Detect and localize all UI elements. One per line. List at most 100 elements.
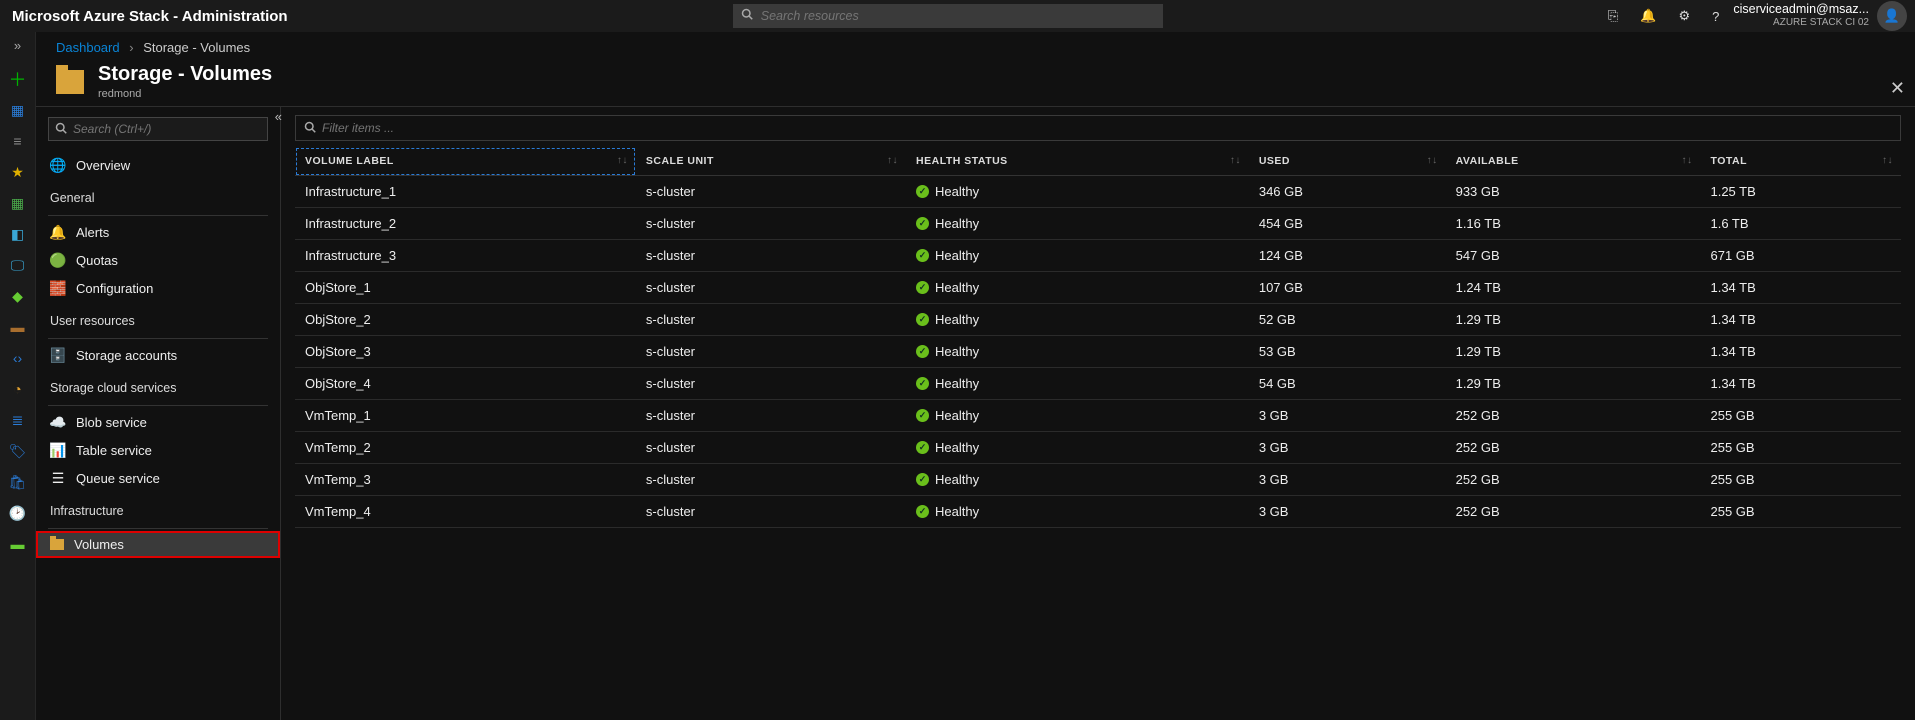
create-resource-icon[interactable]: ＋ (8, 69, 28, 89)
nav-item-quotas[interactable]: 🟢 Quotas (36, 246, 280, 274)
collapse-nav-icon[interactable]: « (275, 109, 282, 124)
cell-scale-unit: s-cluster (636, 336, 906, 368)
nav-item-configuration[interactable]: 🧱 Configuration (36, 274, 280, 302)
breadcrumb: Dashboard › Storage - Volumes (36, 32, 1915, 63)
rail-monitor-icon[interactable]: 🖵 (8, 255, 28, 275)
filter-input[interactable] (322, 121, 1892, 135)
close-blade-button[interactable]: ✕ (1890, 78, 1905, 99)
cell-used: 53 GB (1249, 336, 1446, 368)
search-icon (55, 122, 67, 137)
cell-used: 54 GB (1249, 368, 1446, 400)
cell-used: 124 GB (1249, 240, 1446, 272)
cell-scale-unit: s-cluster (636, 208, 906, 240)
page-subtitle: redmond (98, 88, 272, 100)
cell-volume-label: ObjStore_2 (295, 304, 636, 336)
rail-code-icon[interactable]: ‹› (8, 348, 28, 368)
cell-total: 1.34 TB (1700, 336, 1901, 368)
nav-label: Alerts (76, 225, 109, 240)
table-row[interactable]: VmTemp_4s-cluster✓Healthy3 GB252 GB255 G… (295, 496, 1901, 528)
breadcrumb-root[interactable]: Dashboard (56, 40, 120, 55)
nav-item-table-service[interactable]: 📊 Table service (36, 436, 280, 464)
help-icon[interactable]: ? (1712, 9, 1719, 24)
cell-scale-unit: s-cluster (636, 432, 906, 464)
table-row[interactable]: ObjStore_2s-cluster✓Healthy52 GB1.29 TB1… (295, 304, 1901, 336)
global-search-input[interactable] (733, 4, 1163, 28)
cell-health: ✓Healthy (906, 176, 1249, 208)
rail-favorites-icon[interactable]: ★ (8, 162, 28, 182)
col-available[interactable]: Available↑↓ (1446, 147, 1701, 176)
table-row[interactable]: Infrastructure_2s-cluster✓Healthy454 GB1… (295, 208, 1901, 240)
notifications-icon[interactable]: 🔔 (1640, 8, 1656, 24)
col-total[interactable]: Total↑↓ (1700, 147, 1901, 176)
rail-clock-icon[interactable]: 🕑 (8, 503, 28, 523)
rail-gauge-icon[interactable]: ◔ (8, 379, 28, 399)
cell-available: 252 GB (1446, 432, 1701, 464)
col-volume-label[interactable]: Volume Label↑↓ (295, 147, 636, 176)
cell-total: 1.6 TB (1700, 208, 1901, 240)
table-row[interactable]: VmTemp_3s-cluster✓Healthy3 GB252 GB255 G… (295, 464, 1901, 496)
nav-item-blob-service[interactable]: ☁️ Blob service (36, 408, 280, 436)
avatar-icon[interactable]: 👤 (1877, 1, 1907, 31)
settings-icon[interactable]: ⚙ (1678, 8, 1690, 24)
account-user: ciserviceadmin@msaz... (1733, 2, 1869, 16)
nav-item-volumes[interactable]: Volumes (36, 531, 280, 558)
nav-label: Configuration (76, 281, 153, 296)
breadcrumb-current: Storage - Volumes (143, 40, 250, 55)
volumes-table: Volume Label↑↓ Scale Unit↑↓ Health Statu… (295, 147, 1901, 528)
nav-item-alerts[interactable]: 🔔 Alerts (36, 218, 280, 246)
nav-pane: « 🌐 Overview General 🔔 Alerts 🟢 Q (36, 107, 281, 720)
cell-total: 1.34 TB (1700, 272, 1901, 304)
global-search-wrap (733, 4, 1163, 28)
table-row[interactable]: ObjStore_4s-cluster✓Healthy54 GB1.29 TB1… (295, 368, 1901, 400)
rail-lines-icon[interactable]: ≣ (8, 410, 28, 430)
page-header: Storage - Volumes redmond (36, 63, 1915, 106)
nav-search-input[interactable] (73, 122, 261, 136)
cell-used: 3 GB (1249, 432, 1446, 464)
rail-key-icon[interactable]: ▬ (8, 317, 28, 337)
table-row[interactable]: ObjStore_3s-cluster✓Healthy53 GB1.29 TB1… (295, 336, 1901, 368)
table-row[interactable]: ObjStore_1s-cluster✓Healthy107 GB1.24 TB… (295, 272, 1901, 304)
rail-cube-icon[interactable]: ◧ (8, 224, 28, 244)
cell-available: 1.16 TB (1446, 208, 1701, 240)
table-row[interactable]: Infrastructure_1s-cluster✓Healthy346 GB9… (295, 176, 1901, 208)
search-icon (304, 121, 316, 136)
cell-available: 1.29 TB (1446, 336, 1701, 368)
cell-available: 252 GB (1446, 400, 1701, 432)
rail-storage-icon[interactable]: ▬ (8, 534, 28, 554)
nav-item-queue-service[interactable]: ☰ Queue service (36, 464, 280, 492)
nav-item-storage-accounts[interactable]: 🗄️ Storage accounts (36, 341, 280, 369)
cloud-shell-icon[interactable]: ⎘ (1608, 8, 1618, 24)
table-row[interactable]: VmTemp_1s-cluster✓Healthy3 GB252 GB255 G… (295, 400, 1901, 432)
rail-all-services-icon[interactable]: ▦ (8, 193, 28, 213)
cell-scale-unit: s-cluster (636, 176, 906, 208)
rail-bag-icon[interactable]: 🛍 (8, 472, 28, 492)
nav-group-user-resources: User resources (36, 302, 280, 334)
sort-icon: ↑↓ (1427, 155, 1438, 166)
cell-available: 252 GB (1446, 496, 1701, 528)
sort-icon: ↑↓ (1882, 155, 1893, 166)
rail-tag-icon[interactable]: 🏷 (8, 441, 28, 461)
main-pane: Volume Label↑↓ Scale Unit↑↓ Health Statu… (281, 107, 1915, 720)
nav-group-infrastructure: Infrastructure (36, 492, 280, 524)
col-used[interactable]: Used↑↓ (1249, 147, 1446, 176)
rail-list-icon[interactable]: ≡ (8, 131, 28, 151)
healthy-icon: ✓ (916, 377, 929, 390)
healthy-icon: ✓ (916, 249, 929, 262)
nav-label: Table service (76, 443, 152, 458)
rail-dashboard-icon[interactable]: ▦ (8, 100, 28, 120)
cell-used: 3 GB (1249, 496, 1446, 528)
cell-scale-unit: s-cluster (636, 304, 906, 336)
col-health-status[interactable]: Health Status↑↓ (906, 147, 1249, 176)
cell-used: 107 GB (1249, 272, 1446, 304)
nav-item-overview[interactable]: 🌐 Overview (36, 151, 280, 179)
expand-rail-icon[interactable]: » (14, 38, 21, 58)
table-row[interactable]: VmTemp_2s-cluster✓Healthy3 GB252 GB255 G… (295, 432, 1901, 464)
nav-search[interactable] (48, 117, 268, 141)
cell-scale-unit: s-cluster (636, 240, 906, 272)
filter-bar[interactable] (295, 115, 1901, 141)
col-scale-unit[interactable]: Scale Unit↑↓ (636, 147, 906, 176)
rail-resource-icon[interactable]: ◆ (8, 286, 28, 306)
sort-icon: ↑↓ (617, 155, 628, 166)
account-block[interactable]: ciserviceadmin@msaz... AZURE STACK CI 02… (1733, 1, 1907, 31)
table-row[interactable]: Infrastructure_3s-cluster✓Healthy124 GB5… (295, 240, 1901, 272)
